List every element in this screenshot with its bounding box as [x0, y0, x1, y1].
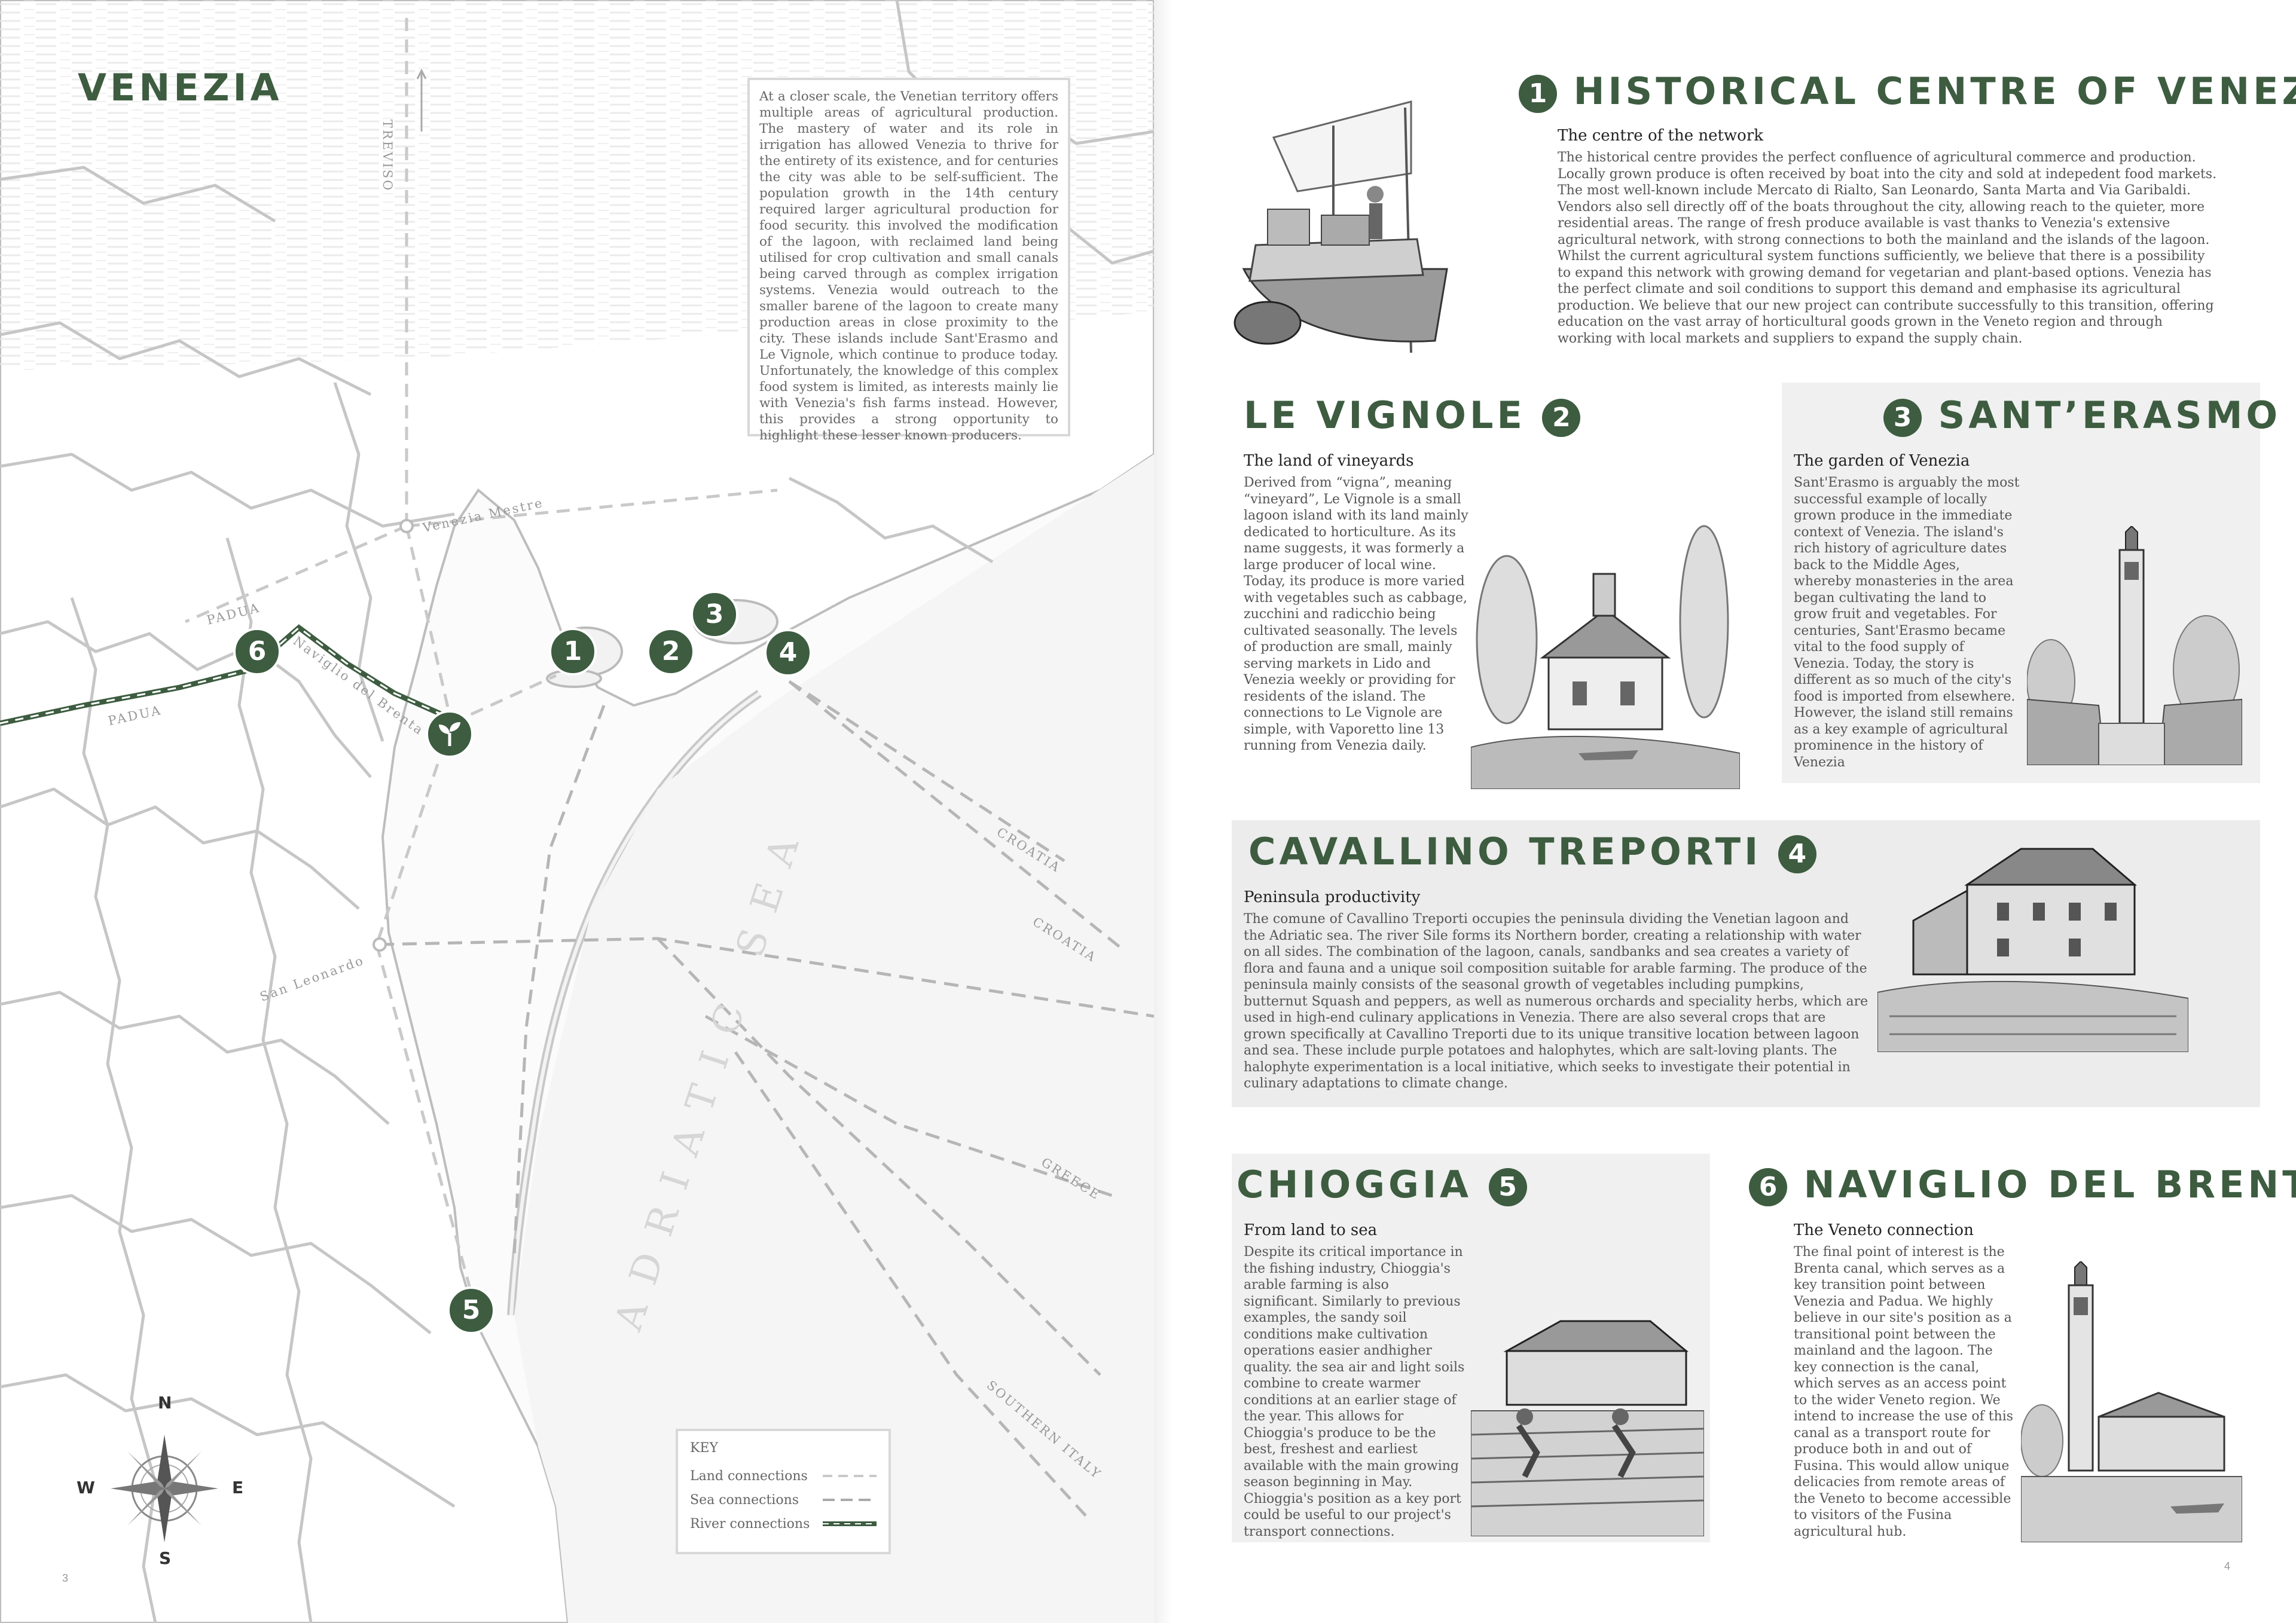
page-number-left: 3: [62, 1572, 69, 1584]
section-3-text: Sant'Erasmo is arguably the most success…: [1794, 475, 2020, 770]
map-marker-3[interactable]: 3: [691, 591, 738, 638]
label-treviso: TREVISO: [380, 120, 395, 192]
compass-south: S: [159, 1548, 172, 1568]
canal-tower-illustration: [2021, 1261, 2242, 1542]
compass-east: E: [232, 1478, 244, 1497]
section-2-subtitle: The land of vineyards: [1244, 452, 1414, 470]
section-5-subtitle: From land to sea: [1244, 1221, 1378, 1239]
section-4-heading: CAVALLINO TREPORTI 4: [1248, 830, 1816, 873]
key-sea-label: Sea connections: [690, 1492, 799, 1508]
page-title: VENEZIA: [78, 66, 283, 109]
page-number-right: 4: [2224, 1560, 2231, 1572]
section-3-heading: 3 SANT’ERASMO: [1883, 393, 2281, 437]
key-river-label: River connections: [690, 1516, 810, 1532]
map-marker-6[interactable]: 6: [233, 628, 281, 676]
section-1-text: The historical centre provides the perfe…: [1558, 150, 2217, 346]
section-4-title: CAVALLINO TREPORTI: [1248, 830, 1762, 873]
market-boat-illustration: [1234, 100, 1448, 353]
section-6-title: NAVIGLIO DEL BRENTA: [1803, 1163, 2296, 1206]
key-river-row: River connections: [690, 1512, 877, 1536]
map-marker-5[interactable]: 5: [447, 1286, 495, 1334]
section-1-subtitle: The centre of the network: [1558, 127, 1764, 145]
section-5-text: Despite its critical importance in the f…: [1244, 1245, 1465, 1539]
section-6-text: The final point of interest is the Brent…: [1794, 1245, 2014, 1539]
farmers-field-illustration: [1471, 1320, 1704, 1536]
section-4-text: The comune of Cavallino Treporti occupie…: [1244, 912, 1868, 1091]
river-line-icon: [823, 1521, 877, 1526]
section-2-text: Derived from “vigna”, meaning “vineyard”…: [1244, 475, 1468, 753]
section-1-title: HISTORICAL CENTRE OF VENEZIA: [1573, 69, 2296, 113]
key-land-row: Land connections: [690, 1464, 877, 1488]
section-4-subtitle: Peninsula productivity: [1244, 888, 1421, 906]
section-3-subtitle: The garden of Venezia: [1794, 452, 1970, 470]
map-marker-4[interactable]: 4: [764, 629, 812, 677]
compass-west: W: [77, 1478, 95, 1497]
compass-north: N: [158, 1393, 172, 1413]
section-3-number: 3: [1883, 398, 1922, 437]
section-6-heading: 6 NAVIGLIO DEL BRENTA: [1749, 1163, 2296, 1206]
section-2-title: LE VIGNOLE: [1244, 393, 1526, 437]
section-6-subtitle: The Veneto connection: [1794, 1221, 1974, 1239]
venezia-mestre-node: [399, 519, 414, 533]
chapel-illustration: [1471, 525, 1740, 789]
section-6-number: 6: [1749, 1167, 1787, 1206]
section-2-number: 2: [1542, 398, 1581, 437]
san-leonardo-node: [373, 937, 387, 952]
section-2-heading: LE VIGNOLE 2: [1244, 393, 1581, 437]
land-line-icon: [823, 1475, 877, 1477]
bell-tower-illustration: [2027, 526, 2242, 765]
section-5-heading: CHIOGGIA 5: [1236, 1163, 1527, 1206]
farmhouse-illustration: [1877, 848, 2188, 1052]
key-land-label: Land connections: [690, 1468, 808, 1484]
spine-shadow: [1154, 0, 1172, 1623]
compass-rose-icon: [111, 1435, 218, 1542]
section-1-number: 1: [1519, 74, 1557, 113]
section-4-number: 4: [1778, 835, 1816, 873]
key-title: KEY: [690, 1441, 719, 1456]
map-marker-1[interactable]: 1: [549, 628, 597, 676]
fusina-hub-marker[interactable]: [426, 710, 474, 758]
section-3-title: SANT’ERASMO: [1938, 393, 2282, 437]
map-marker-2[interactable]: 2: [647, 628, 695, 676]
sprout-icon: [439, 722, 460, 746]
sea-line-icon: [823, 1499, 877, 1501]
section-5-number: 5: [1488, 1167, 1527, 1206]
content-page: 1 HISTORICAL CENTRE OF VENEZIA The centr…: [1172, 0, 2296, 1623]
intro-text: At a closer scale, the Venetian territor…: [747, 78, 1070, 443]
section-5-title: CHIOGGIA: [1236, 1163, 1472, 1206]
section-1-heading: 1 HISTORICAL CENTRE OF VENEZIA: [1519, 69, 2296, 113]
map-key: KEY Land connections Sea connections Riv…: [676, 1429, 891, 1554]
map-page: VENEZIA At a closer scale, the Venetian …: [0, 0, 1154, 1623]
key-sea-row: Sea connections: [690, 1488, 877, 1512]
